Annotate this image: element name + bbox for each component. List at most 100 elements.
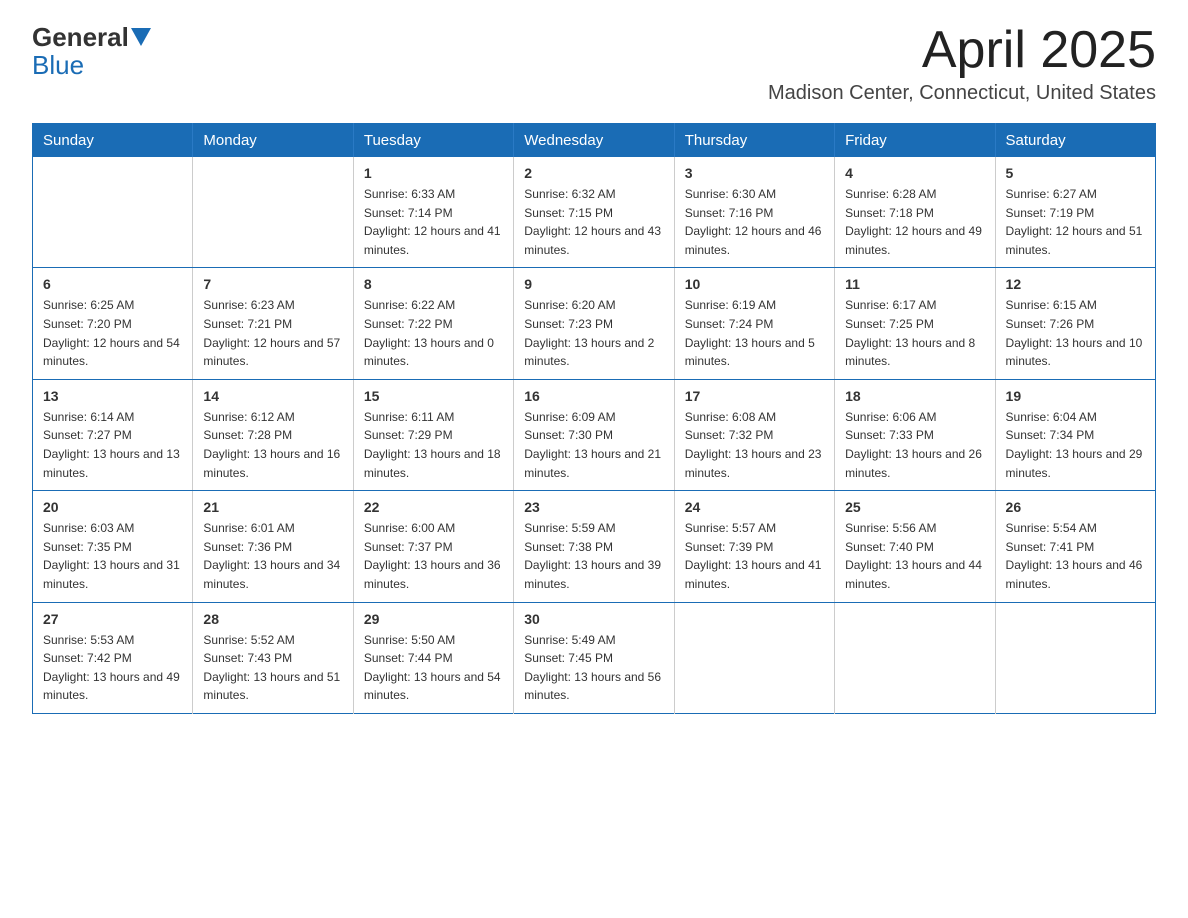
day-info: Sunrise: 6:03 AMSunset: 7:35 PMDaylight:…: [43, 519, 182, 593]
calendar-day-cell: [835, 602, 995, 713]
calendar-day-cell: 26Sunrise: 5:54 AMSunset: 7:41 PMDayligh…: [995, 491, 1155, 602]
day-info: Sunrise: 6:12 AMSunset: 7:28 PMDaylight:…: [203, 408, 342, 482]
day-number: 9: [524, 276, 663, 292]
day-info: Sunrise: 5:52 AMSunset: 7:43 PMDaylight:…: [203, 631, 342, 705]
calendar-day-cell: 19 Sunrise: 6:04 AMSunset: 7:34 PMDayligh…: [995, 379, 1155, 490]
calendar-day-cell: 7 Sunrise: 6:23 AMSunset: 7:21 PMDaylight…: [193, 268, 353, 379]
day-number: 12: [1006, 276, 1145, 292]
day-of-week-header: Monday: [193, 124, 353, 158]
calendar-day-cell: 3 Sunrise: 6:30 AMSunset: 7:16 PMDaylight…: [674, 157, 834, 268]
day-number: 16: [524, 388, 663, 404]
day-info: Sunrise: 6:17 AMSunset: 7:25 PMDaylight:…: [845, 296, 984, 370]
logo-blue-text: Blue: [32, 50, 84, 80]
day-info: Sunrise: 6:15 AMSunset: 7:26 PMDaylight:…: [1006, 296, 1145, 370]
calendar-day-cell: 16 Sunrise: 6:09 AMSunset: 7:30 PMDayligh…: [514, 379, 674, 490]
day-of-week-header: Saturday: [995, 124, 1155, 158]
day-info: Sunrise: 6:04 AMSunset: 7:34 PMDaylight:…: [1006, 408, 1145, 482]
calendar-day-cell: 10Sunrise: 6:19 AMSunset: 7:24 PMDayligh…: [674, 268, 834, 379]
day-number: 29: [364, 611, 503, 627]
day-info: Sunrise: 6:00 AMSunset: 7:37 PMDaylight:…: [364, 519, 503, 593]
calendar-day-cell: 15Sunrise: 6:11 AMSunset: 7:29 PMDayligh…: [353, 379, 513, 490]
calendar-week-row: 6 Sunrise: 6:25 AMSunset: 7:20 PMDaylight…: [33, 268, 1156, 379]
day-info: Sunrise: 5:54 AMSunset: 7:41 PMDaylight:…: [1006, 519, 1145, 593]
day-number: 14: [203, 388, 342, 404]
calendar-day-cell: [995, 602, 1155, 713]
logo: General Blue: [32, 24, 153, 81]
day-number: 1: [364, 165, 503, 181]
day-number: 25: [845, 499, 984, 515]
calendar-day-cell: 12 Sunrise: 6:15 AMSunset: 7:26 PMDayligh…: [995, 268, 1155, 379]
calendar-header-row: SundayMondayTuesdayWednesdayThursdayFrid…: [33, 124, 1156, 158]
day-number: 20: [43, 499, 182, 515]
calendar-table: SundayMondayTuesdayWednesdayThursdayFrid…: [32, 123, 1156, 714]
calendar-day-cell: 13 Sunrise: 6:14 AMSunset: 7:27 PMDayligh…: [33, 379, 193, 490]
calendar-day-cell: 20 Sunrise: 6:03 AMSunset: 7:35 PMDayligh…: [33, 491, 193, 602]
calendar-day-cell: 28 Sunrise: 5:52 AMSunset: 7:43 PMDayligh…: [193, 602, 353, 713]
day-number: 22: [364, 499, 503, 515]
calendar-day-cell: 22 Sunrise: 6:00 AMSunset: 7:37 PMDayligh…: [353, 491, 513, 602]
page-header: General Blue April 2025 Madison Center, …: [32, 24, 1156, 119]
title-block: April 2025 Madison Center, Connecticut, …: [768, 24, 1156, 119]
day-info: Sunrise: 6:25 AMSunset: 7:20 PMDaylight:…: [43, 296, 182, 370]
day-number: 10: [685, 276, 824, 292]
day-info: Sunrise: 6:32 AMSunset: 7:15 PMDaylight:…: [524, 185, 663, 259]
calendar-day-cell: [674, 602, 834, 713]
day-of-week-header: Wednesday: [514, 124, 674, 158]
day-number: 28: [203, 611, 342, 627]
calendar-day-cell: 29 Sunrise: 5:50 AMSunset: 7:44 PMDayligh…: [353, 602, 513, 713]
day-info: Sunrise: 5:59 AMSunset: 7:38 PMDaylight:…: [524, 519, 663, 593]
day-number: 2: [524, 165, 663, 181]
day-number: 8: [364, 276, 503, 292]
day-info: Sunrise: 6:23 AMSunset: 7:21 PMDaylight:…: [203, 296, 342, 370]
day-info: Sunrise: 6:14 AMSunset: 7:27 PMDaylight:…: [43, 408, 182, 482]
day-number: 18: [845, 388, 984, 404]
day-info: Sunrise: 6:09 AMSunset: 7:30 PMDaylight:…: [524, 408, 663, 482]
day-number: 3: [685, 165, 824, 181]
calendar-day-cell: 14 Sunrise: 6:12 AMSunset: 7:28 PMDayligh…: [193, 379, 353, 490]
day-info: Sunrise: 5:57 AMSunset: 7:39 PMDaylight:…: [685, 519, 824, 593]
calendar-day-cell: 9 Sunrise: 6:20 AMSunset: 7:23 PMDaylight…: [514, 268, 674, 379]
day-number: 23: [524, 499, 663, 515]
day-number: 13: [43, 388, 182, 404]
day-info: Sunrise: 6:30 AMSunset: 7:16 PMDaylight:…: [685, 185, 824, 259]
day-info: Sunrise: 6:08 AMSunset: 7:32 PMDaylight:…: [685, 408, 824, 482]
calendar-day-cell: 27Sunrise: 5:53 AMSunset: 7:42 PMDayligh…: [33, 602, 193, 713]
day-info: Sunrise: 6:22 AMSunset: 7:22 PMDaylight:…: [364, 296, 503, 370]
calendar-day-cell: 1 Sunrise: 6:33 AMSunset: 7:14 PMDaylight…: [353, 157, 513, 268]
calendar-day-cell: 4Sunrise: 6:28 AMSunset: 7:18 PMDaylight…: [835, 157, 995, 268]
day-number: 24: [685, 499, 824, 515]
day-number: 19: [1006, 388, 1145, 404]
logo-general-text: General: [32, 24, 129, 50]
day-number: 6: [43, 276, 182, 292]
day-number: 11: [845, 276, 984, 292]
day-info: Sunrise: 6:01 AMSunset: 7:36 PMDaylight:…: [203, 519, 342, 593]
day-info: Sunrise: 6:06 AMSunset: 7:33 PMDaylight:…: [845, 408, 984, 482]
day-info: Sunrise: 5:53 AMSunset: 7:42 PMDaylight:…: [43, 631, 182, 705]
day-of-week-header: Thursday: [674, 124, 834, 158]
calendar-week-row: 27Sunrise: 5:53 AMSunset: 7:42 PMDayligh…: [33, 602, 1156, 713]
day-number: 7: [203, 276, 342, 292]
calendar-day-cell: 11 Sunrise: 6:17 AMSunset: 7:25 PMDayligh…: [835, 268, 995, 379]
day-info: Sunrise: 6:20 AMSunset: 7:23 PMDaylight:…: [524, 296, 663, 370]
calendar-day-cell: 21Sunrise: 6:01 AMSunset: 7:36 PMDayligh…: [193, 491, 353, 602]
day-info: Sunrise: 5:50 AMSunset: 7:44 PMDaylight:…: [364, 631, 503, 705]
day-info: Sunrise: 6:33 AMSunset: 7:14 PMDaylight:…: [364, 185, 503, 259]
calendar-day-cell: 6 Sunrise: 6:25 AMSunset: 7:20 PMDaylight…: [33, 268, 193, 379]
day-info: Sunrise: 5:56 AMSunset: 7:40 PMDaylight:…: [845, 519, 984, 593]
day-of-week-header: Friday: [835, 124, 995, 158]
day-of-week-header: Tuesday: [353, 124, 513, 158]
calendar-day-cell: [33, 157, 193, 268]
day-info: Sunrise: 6:28 AMSunset: 7:18 PMDaylight:…: [845, 185, 984, 259]
calendar-day-cell: 17 Sunrise: 6:08 AMSunset: 7:32 PMDayligh…: [674, 379, 834, 490]
day-of-week-header: Sunday: [33, 124, 193, 158]
day-number: 15: [364, 388, 503, 404]
day-number: 17: [685, 388, 824, 404]
calendar-day-cell: 24 Sunrise: 5:57 AMSunset: 7:39 PMDayligh…: [674, 491, 834, 602]
calendar-week-row: 13 Sunrise: 6:14 AMSunset: 7:27 PMDayligh…: [33, 379, 1156, 490]
calendar-day-cell: 30Sunrise: 5:49 AMSunset: 7:45 PMDayligh…: [514, 602, 674, 713]
day-number: 30: [524, 611, 663, 627]
calendar-day-cell: 2 Sunrise: 6:32 AMSunset: 7:15 PMDaylight…: [514, 157, 674, 268]
calendar-day-cell: 25 Sunrise: 5:56 AMSunset: 7:40 PMDayligh…: [835, 491, 995, 602]
calendar-week-row: 20 Sunrise: 6:03 AMSunset: 7:35 PMDayligh…: [33, 491, 1156, 602]
logo-triangle-icon: [131, 28, 151, 46]
